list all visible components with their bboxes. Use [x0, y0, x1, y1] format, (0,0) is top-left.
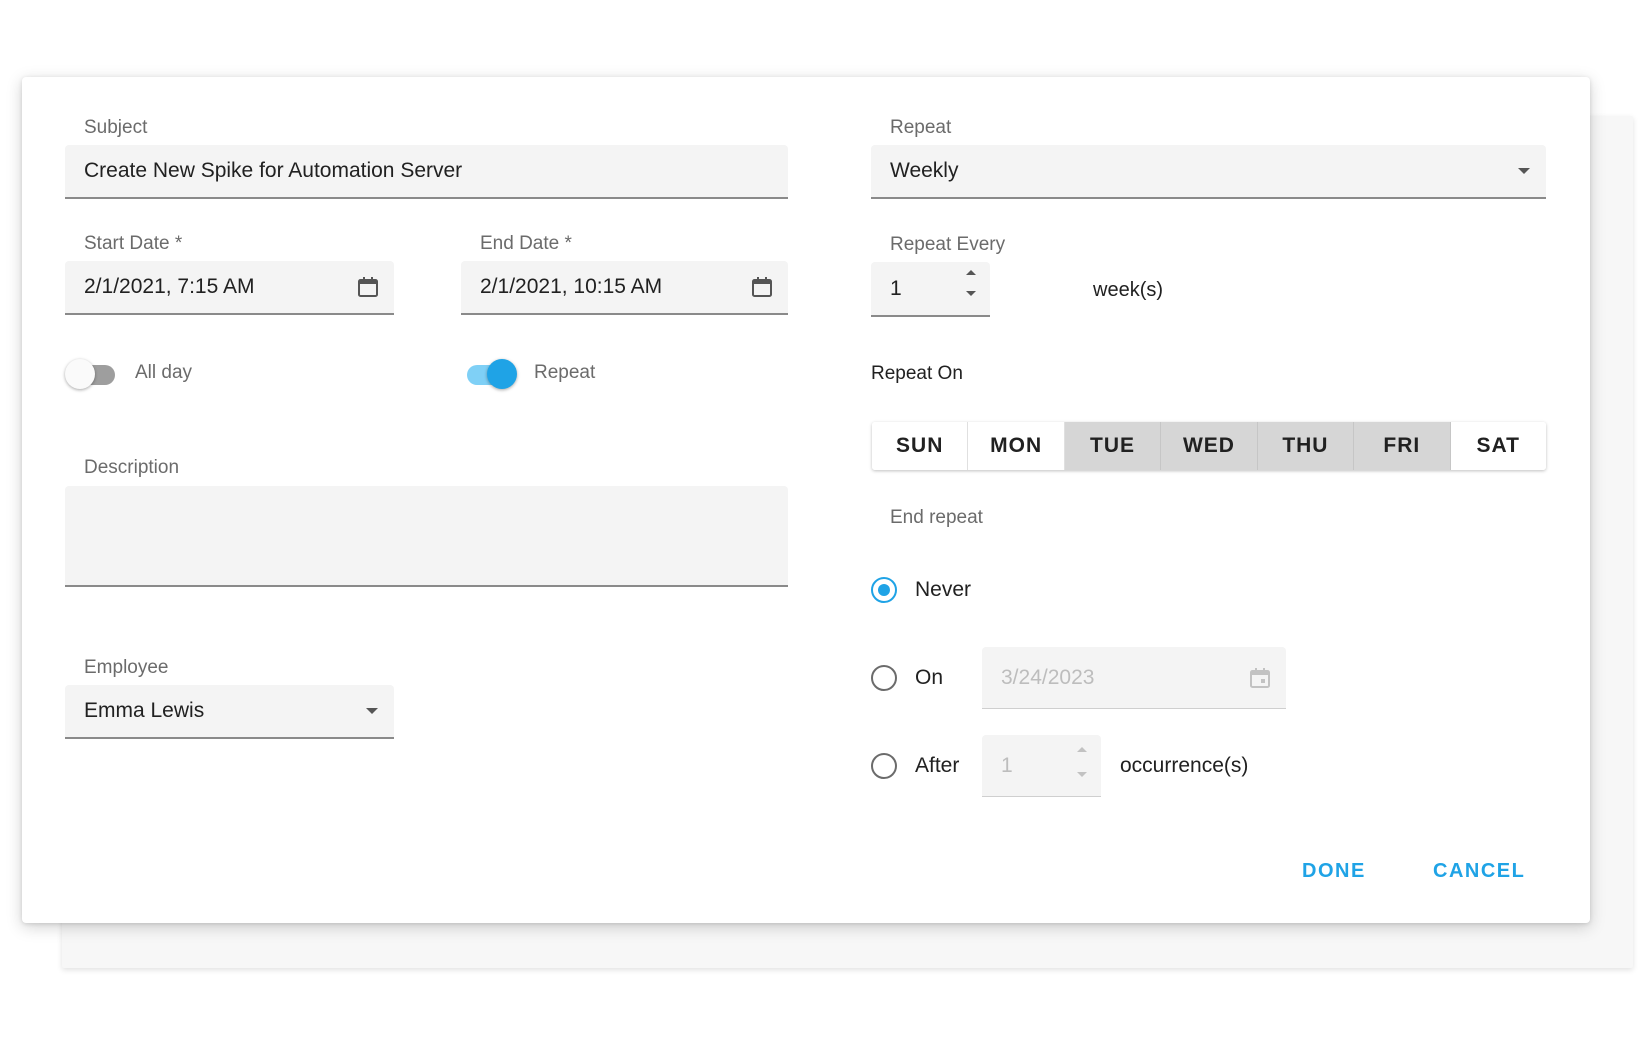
after-count-input[interactable]: 1	[982, 735, 1101, 797]
repeat-on-days: SUN MON TUE WED THU FRI SAT	[872, 422, 1546, 470]
day-sat-button[interactable]: SAT	[1450, 422, 1546, 470]
event-editor-dialog: Subject Create New Spike for Automation …	[22, 77, 1590, 923]
subject-value: Create New Spike for Automation Server	[84, 159, 463, 182]
chevron-down-icon	[352, 708, 392, 714]
repeat-value: Weekly	[890, 159, 959, 182]
repeat-on-label: Repeat On	[871, 363, 963, 384]
spinner-down-icon[interactable]	[1077, 772, 1087, 777]
start-date-label: Start Date *	[84, 233, 183, 254]
repeat-label: Repeat	[890, 117, 952, 138]
never-label: Never	[915, 578, 972, 601]
all-day-label: All day	[135, 362, 193, 383]
repeat-every-input[interactable]: 1	[871, 262, 990, 317]
employee-label: Employee	[84, 657, 169, 678]
done-button[interactable]: DONE	[1302, 860, 1366, 883]
spinner-up-icon[interactable]	[1077, 747, 1087, 752]
calendar-icon[interactable]	[1240, 666, 1280, 690]
day-thu-button[interactable]: THU	[1257, 422, 1355, 470]
spinner-down-icon[interactable]	[966, 291, 976, 296]
repeat-every-label: Repeat Every	[890, 234, 1006, 255]
spinner-arrows-icon[interactable]	[966, 270, 976, 296]
day-sun-button[interactable]: SUN	[872, 422, 969, 470]
repeat-select[interactable]: Weekly	[871, 145, 1546, 199]
repeat-toggle-label: Repeat	[534, 362, 596, 383]
all-day-toggle[interactable]	[65, 356, 119, 390]
stage: Subject Create New Spike for Automation …	[0, 0, 1640, 1040]
end-repeat-label: End repeat	[890, 507, 983, 528]
never-radio[interactable]	[871, 577, 897, 603]
calendar-icon[interactable]	[348, 275, 388, 299]
occurrences-label: occurrence(s)	[1120, 754, 1249, 777]
on-label: On	[915, 666, 944, 689]
day-mon-button[interactable]: MON	[968, 422, 1065, 470]
cancel-button[interactable]: CANCEL	[1433, 860, 1525, 883]
toggle-thumb	[65, 359, 95, 389]
after-radio[interactable]	[871, 753, 897, 779]
start-date-field[interactable]: 2/1/2021, 7:15 AM	[65, 261, 394, 315]
description-field[interactable]	[65, 486, 788, 587]
subject-label: Subject	[84, 117, 148, 138]
day-fri-button[interactable]: FRI	[1354, 422, 1451, 470]
toggle-thumb	[487, 359, 517, 389]
description-label: Description	[84, 457, 180, 478]
spinner-up-icon[interactable]	[966, 270, 976, 275]
end-date-value: 2/1/2021, 10:15 AM	[480, 275, 663, 298]
on-date-field[interactable]: 3/24/2023	[982, 647, 1286, 709]
chevron-down-icon	[1504, 168, 1544, 174]
repeat-toggle[interactable]	[463, 356, 517, 390]
on-date-value: 3/24/2023	[1001, 665, 1095, 689]
employee-select[interactable]: Emma Lewis	[65, 685, 394, 739]
day-tue-button[interactable]: TUE	[1064, 422, 1162, 470]
repeat-every-unit: week(s)	[1093, 279, 1164, 301]
on-radio[interactable]	[871, 665, 897, 691]
after-label: After	[915, 754, 960, 777]
spinner-arrows-icon[interactable]	[1077, 747, 1087, 777]
day-wed-button[interactable]: WED	[1161, 422, 1258, 470]
start-date-value: 2/1/2021, 7:15 AM	[84, 275, 255, 298]
end-date-label: End Date *	[480, 233, 572, 254]
end-date-field[interactable]: 2/1/2021, 10:15 AM	[461, 261, 788, 315]
calendar-icon[interactable]	[742, 275, 782, 299]
employee-value: Emma Lewis	[84, 699, 205, 722]
subject-field[interactable]: Create New Spike for Automation Server	[65, 145, 788, 199]
